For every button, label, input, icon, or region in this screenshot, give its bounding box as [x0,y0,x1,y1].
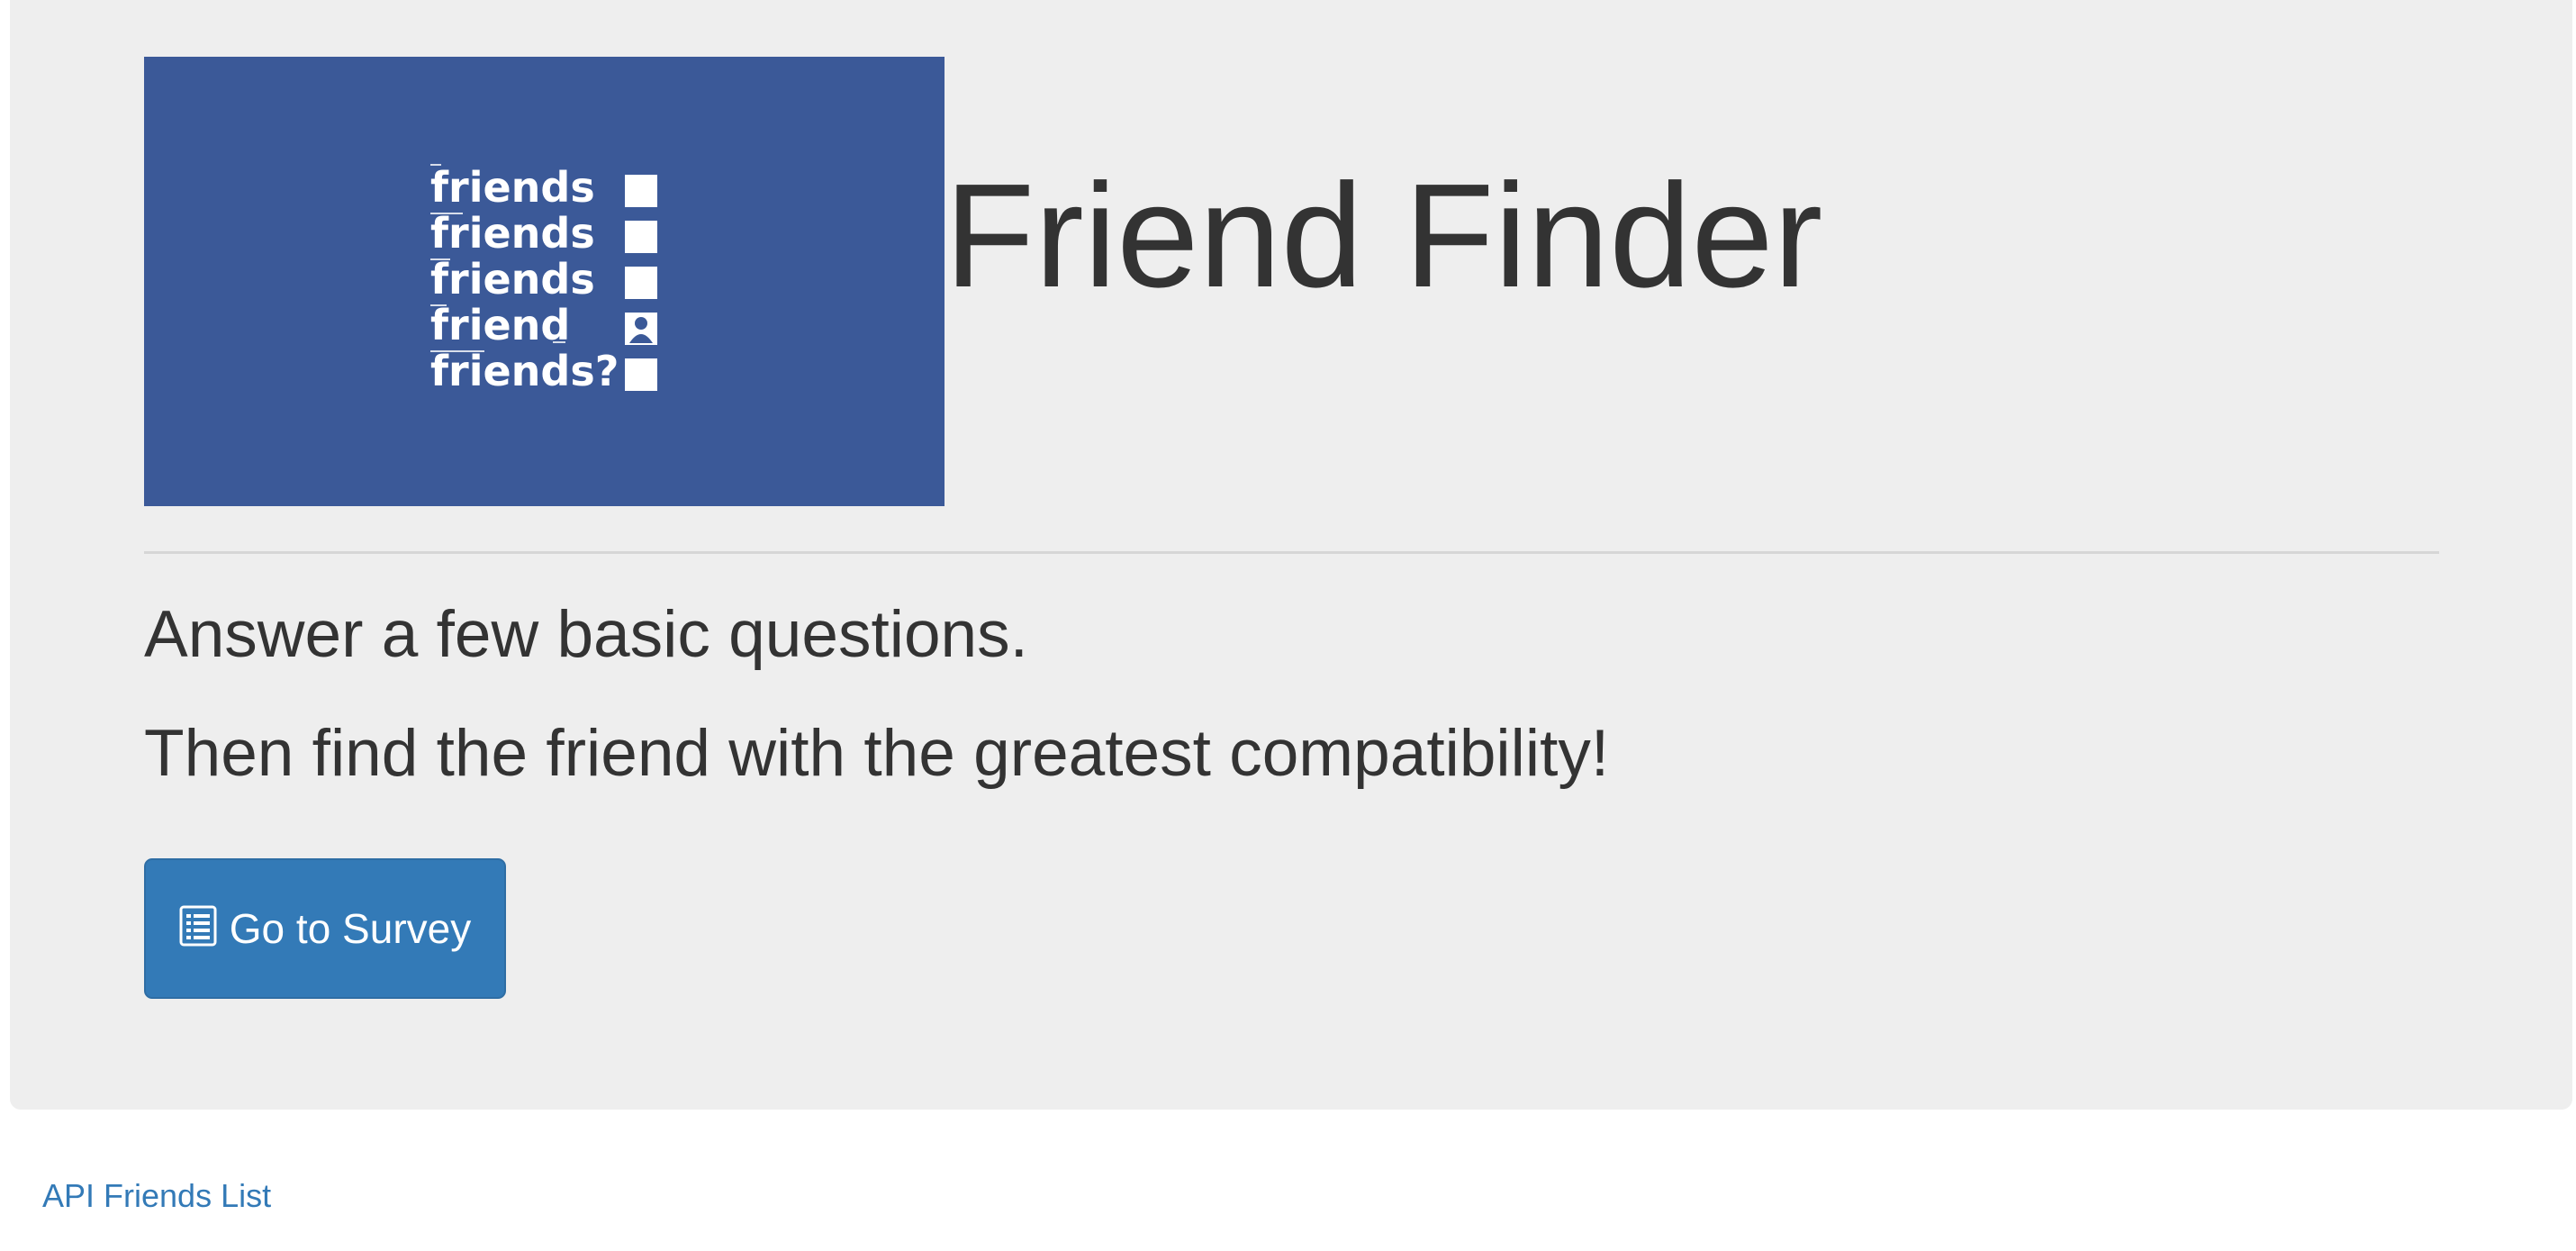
banner-word-3: friends [430,255,595,304]
banner-word-4: friend [430,301,570,349]
page-title: Friend Finder [945,153,1823,318]
api-friends-list-link[interactable]: API Friends List [42,1180,271,1212]
empty-checkbox-icon [625,221,657,253]
list-alt-icon [179,905,217,947]
banner-word-2: friends [430,209,595,258]
friends-banner-image: friends friends friends friend friends? [144,57,945,506]
go-to-survey-button[interactable]: Go to Survey [144,858,506,999]
banner-word-1: friends [430,163,595,212]
empty-checkbox-icon [625,175,657,207]
intro-text: Answer a few basic questions. [144,598,1028,671]
go-to-survey-label: Go to Survey [229,905,472,952]
jumbotron: friends friends friends friend friends? [10,0,2572,1110]
empty-checkbox-icon [625,358,657,391]
compatibility-text: Then find the friend with the greatest c… [144,717,1610,790]
divider [144,551,2439,554]
person-checkbox-icon [625,313,657,345]
banner-word-5: friends? [430,347,619,395]
empty-checkbox-icon [625,267,657,299]
